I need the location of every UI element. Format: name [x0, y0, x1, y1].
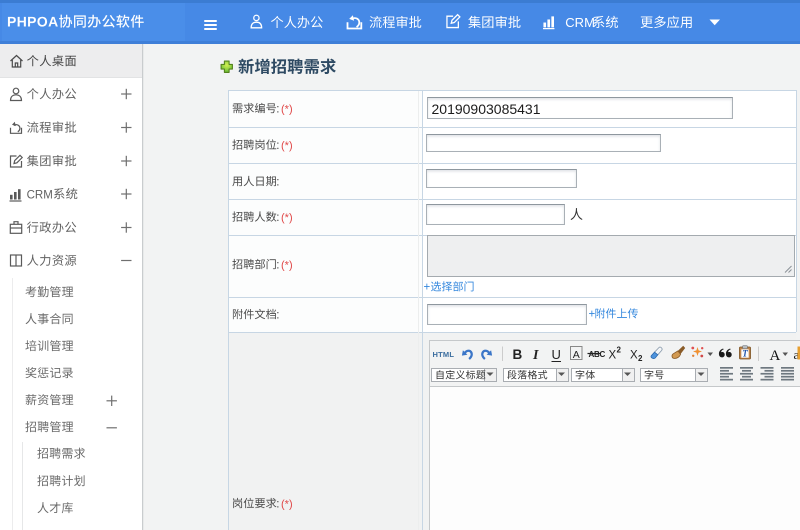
svg-text::: : — [276, 103, 279, 115]
svg-text::: : — [276, 140, 279, 152]
svg-text:I: I — [532, 348, 539, 363]
svg-text::: : — [276, 212, 279, 224]
svg-text:20190903085431: 20190903085431 — [432, 101, 541, 117]
svg-text:T: T — [742, 349, 748, 359]
svg-text:A: A — [770, 348, 781, 364]
svg-text:+: + — [424, 282, 431, 294]
svg-text:U: U — [552, 347, 561, 362]
svg-text:2: 2 — [617, 346, 622, 355]
svg-text::: : — [276, 498, 279, 510]
svg-text::: : — [276, 259, 279, 271]
svg-text:ABC: ABC — [589, 350, 606, 359]
svg-text:+: + — [589, 309, 596, 321]
svg-text::: : — [276, 176, 279, 188]
svg-text:HTML: HTML — [433, 350, 455, 359]
svg-text:X: X — [609, 350, 617, 362]
svg-text:CRM: CRM — [27, 189, 53, 201]
svg-text:(*): (*) — [281, 498, 293, 510]
svg-text:(*): (*) — [281, 259, 293, 271]
svg-text:X: X — [630, 350, 638, 362]
svg-text:(*): (*) — [281, 212, 293, 224]
svg-text:A: A — [573, 349, 580, 361]
svg-text:2: 2 — [638, 354, 643, 363]
svg-text::: : — [276, 309, 279, 321]
svg-text:(*): (*) — [281, 103, 293, 115]
svg-text:(*): (*) — [281, 140, 293, 152]
svg-text:CRM: CRM — [565, 15, 595, 30]
svg-text:B: B — [513, 347, 523, 362]
